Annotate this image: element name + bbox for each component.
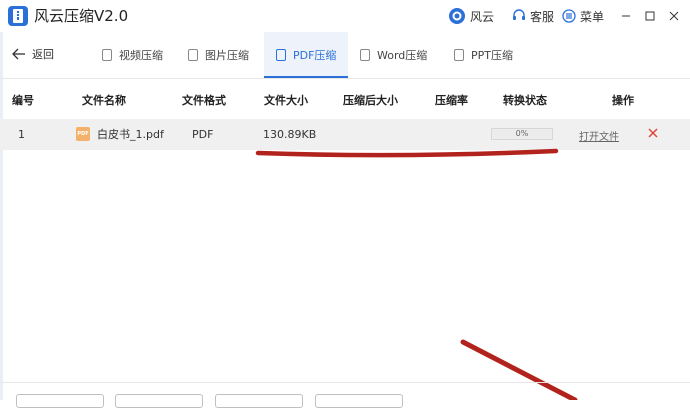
- annotation-underline: [255, 148, 559, 158]
- annotation-overlay: [255, 148, 578, 400]
- bottom-button-4[interactable]: [315, 394, 403, 408]
- bottom-button-2[interactable]: [115, 394, 203, 408]
- bottom-button-1[interactable]: [16, 394, 104, 408]
- bottom-button-3[interactable]: [215, 394, 303, 408]
